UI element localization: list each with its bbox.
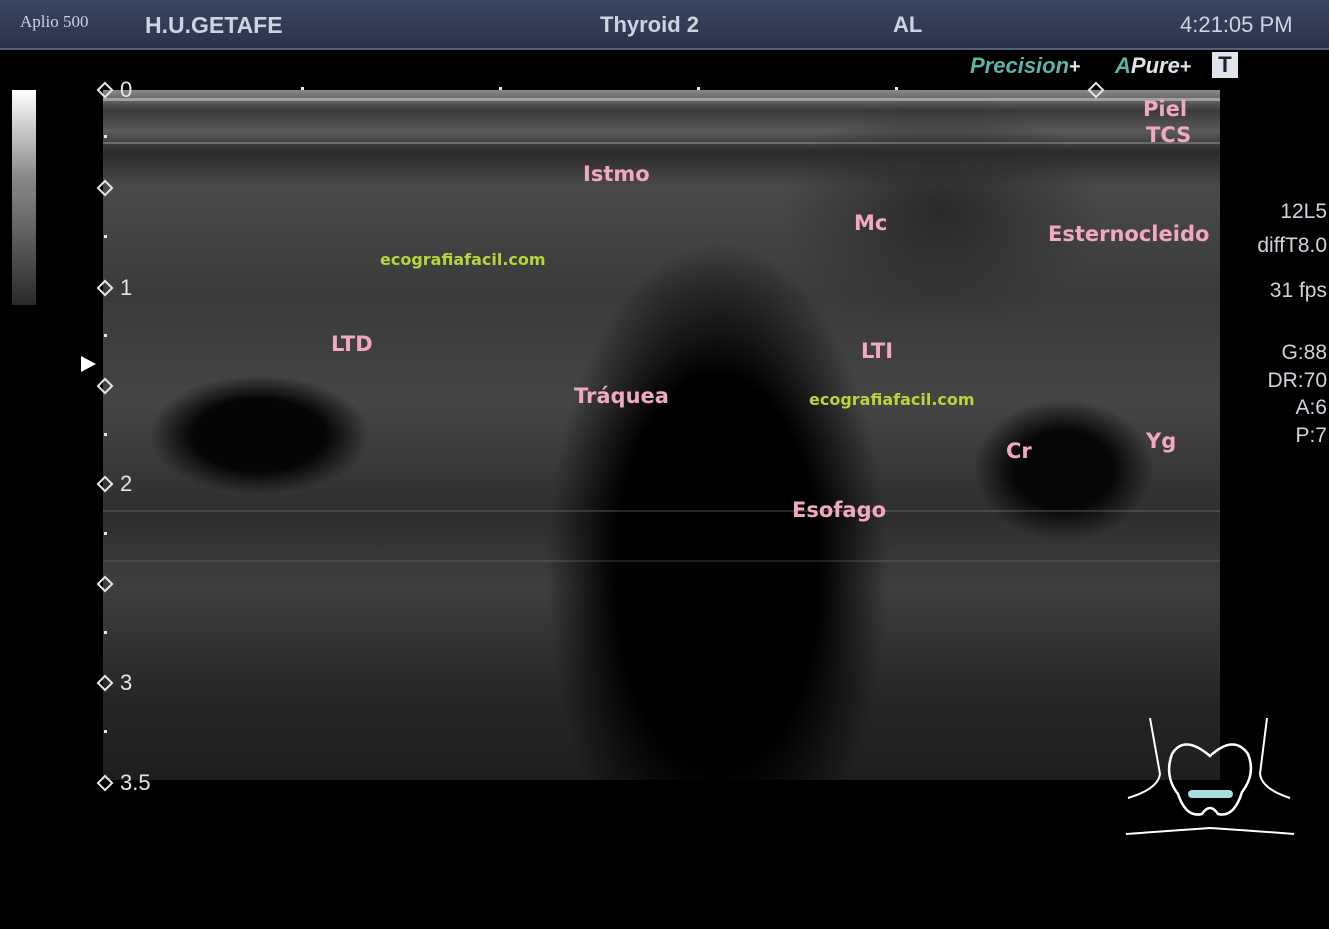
body-mark-icon[interactable] (1122, 714, 1297, 844)
mode-label: diffT8.0 (1257, 234, 1327, 257)
clock: 4:21:05 PM (1180, 12, 1293, 37)
depth-dot (104, 334, 107, 337)
apure-plus: + (1179, 56, 1192, 78)
depth-label-3.5: 3.5 (120, 770, 151, 795)
label-lti: LTI (861, 339, 894, 363)
depth-label-0: 0 (120, 77, 133, 102)
label-cr: Cr (1006, 439, 1032, 463)
hospital-name: H.U.GETAFE (145, 12, 283, 38)
header-bar: Aplio 500 H.U.GETAFE Thyroid 2 AL 4:21:0… (0, 0, 1329, 50)
lateral-dot (895, 87, 898, 90)
label-piel: Piel (1143, 97, 1188, 121)
device-model: Aplio 500 (20, 12, 89, 31)
apure-text: Pure (1130, 53, 1180, 78)
precision-plus: + (1069, 56, 1081, 78)
label-istmo: Istmo (583, 162, 650, 186)
depth-dot (104, 433, 107, 436)
dynamic-range-value: DR:70 (1267, 369, 1327, 392)
watermark: ecografiafacil.com (380, 250, 546, 269)
focus-marker-icon[interactable] (81, 356, 96, 372)
depth-label-2: 2 (120, 471, 133, 496)
grayscale-bar (12, 90, 36, 305)
depth-dot (104, 730, 107, 733)
depth-label-3: 3 (120, 670, 133, 695)
t-icon[interactable]: T (1212, 52, 1238, 78)
operator-id: AL (893, 12, 923, 37)
label-mc: Mc (854, 211, 888, 235)
lateral-dot (697, 87, 700, 90)
apure-logo: APure+ (1115, 53, 1192, 79)
lateral-dot (499, 87, 502, 90)
p-value: P:7 (1295, 424, 1327, 447)
probe-label: 12L5 (1280, 200, 1327, 223)
a-value: A:6 (1295, 396, 1327, 419)
depth-label-1: 1 (120, 275, 133, 300)
depth-dot (104, 235, 107, 238)
depth-dot (104, 532, 107, 535)
label-tcs: TCS (1146, 123, 1192, 147)
exam-preset: Thyroid 2 (600, 12, 700, 37)
watermark: ecografiafacil.com (809, 390, 975, 409)
label-ltd: LTD (331, 332, 373, 356)
depth-dot (104, 135, 107, 138)
apure-a: A (1115, 53, 1131, 78)
lateral-dot (301, 87, 304, 90)
gain-value: G:88 (1281, 341, 1327, 364)
precision-logo: Precision+ (970, 53, 1081, 79)
ultrasound-image[interactable] (103, 90, 1220, 780)
label-traquea: Tráquea (574, 384, 669, 408)
precision-text: Precision (970, 53, 1070, 78)
label-esofago: Esofago (792, 498, 887, 522)
label-yg: Yg (1146, 429, 1177, 453)
label-esternocleido: Esternocleido (1048, 222, 1210, 246)
depth-dot (104, 631, 107, 634)
frame-rate: 31 fps (1269, 279, 1327, 302)
